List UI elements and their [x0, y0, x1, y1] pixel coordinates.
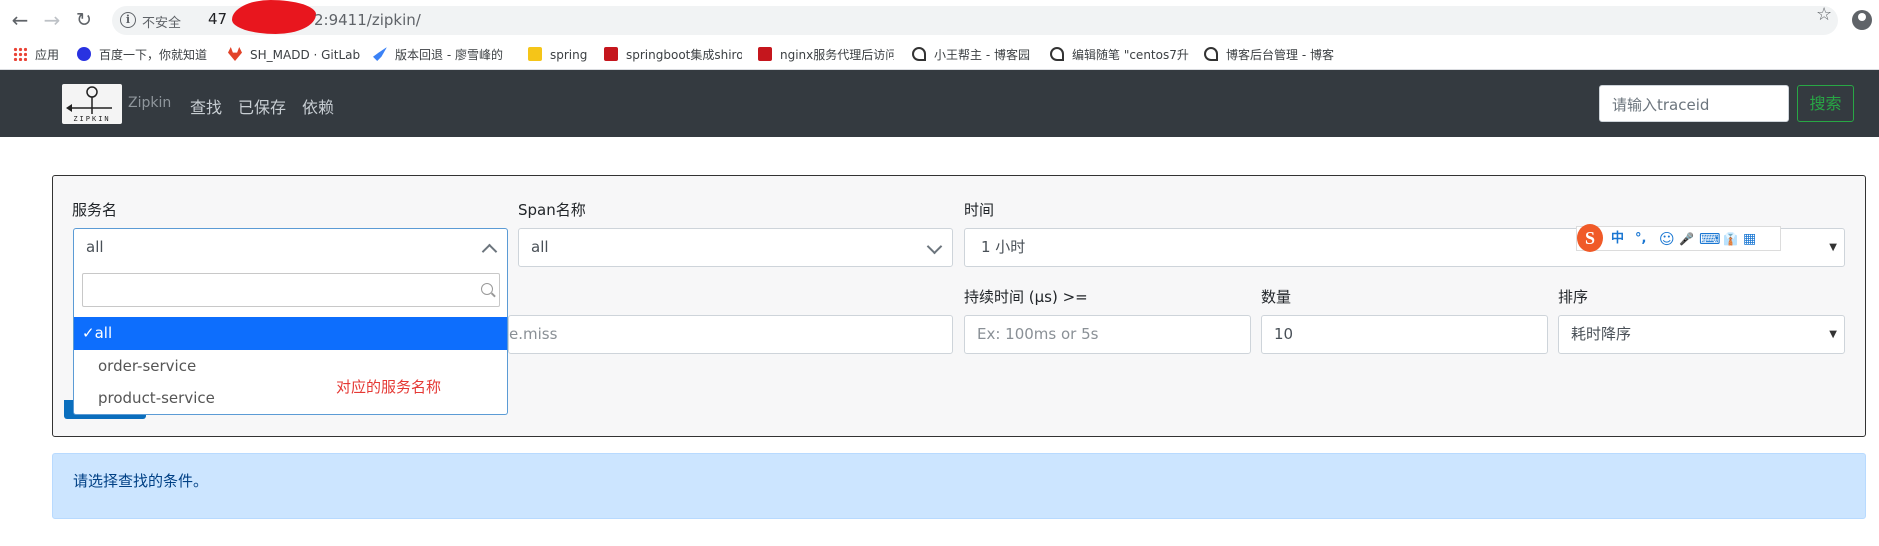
bookmark-cnblogs-wang[interactable]: 小王帮主 - 博客园 — [912, 46, 1030, 64]
sort-label: 排序 — [1558, 288, 1589, 306]
url-text: 2:9411/zipkin/ — [314, 11, 421, 29]
search-icon — [481, 283, 493, 295]
duration-input-placeholder: Ex: 100ms or 5s — [977, 325, 1099, 343]
cnblogs-icon — [912, 47, 926, 61]
reload-icon[interactable]: ↻ — [72, 8, 96, 32]
baidu-paw-icon — [77, 47, 91, 61]
redaction-mark — [232, 0, 316, 34]
span-select[interactable]: all — [518, 228, 953, 267]
app-navbar: ZIPKIN Zipkin 查找 已保存 依赖 请输入traceid 搜索 — [0, 70, 1879, 137]
service-label: 服务名 — [72, 201, 118, 219]
bookmark-springboot-shiro[interactable]: springboot集成shiro — [604, 46, 742, 64]
browser-toolbar: ← → ↻ i 不安全 47 2:9411/zipkin/ ☆ — [0, 0, 1879, 40]
info-alert: 请选择查找的条件。 — [52, 453, 1866, 519]
dropdown-option-product-service[interactable]: product-service — [74, 382, 507, 415]
tags-input-placeholder: e.miss — [509, 325, 558, 343]
sort-select[interactable]: 耗时降序 ▼ — [1558, 315, 1845, 354]
ime-chinese-mode-icon[interactable]: 中 — [1611, 230, 1624, 248]
sogou-logo-icon[interactable]: S — [1577, 224, 1603, 252]
star-icon[interactable]: ☆ — [1816, 6, 1832, 24]
chevron-up-icon — [481, 243, 498, 260]
caret-down-icon: ▼ — [1829, 329, 1837, 340]
forward-arrow-icon[interactable]: → — [40, 8, 64, 32]
rocket-icon — [373, 47, 387, 61]
ime-skin-icon[interactable]: 👔 — [1723, 230, 1738, 248]
annotation-text: 对应的服务名称 — [336, 378, 442, 396]
ime-keyboard-icon[interactable]: ⌨ — [1699, 230, 1721, 248]
profile-icon[interactable] — [1852, 10, 1872, 30]
alert-message: 请选择查找的条件。 — [73, 472, 209, 490]
dropdown-option-all[interactable]: ✓all — [74, 317, 507, 350]
ime-toolbox-icon[interactable]: ▦ — [1743, 230, 1756, 248]
logo-text: ZIPKIN — [73, 115, 111, 123]
zipkin-logo[interactable]: ZIPKIN — [62, 84, 122, 124]
dropdown-search-input[interactable] — [82, 273, 500, 307]
bookmark-liaoxuefeng[interactable]: 版本回退 - 廖雪峰的 — [373, 46, 503, 64]
nav-link-find[interactable]: 查找 — [190, 94, 222, 118]
nav-link-dependencies[interactable]: 依赖 — [302, 94, 334, 118]
nav-link-saved[interactable]: 已保存 — [238, 94, 286, 118]
search-button[interactable]: 搜索 — [1797, 85, 1854, 122]
limit-input-value: 10 — [1274, 325, 1294, 343]
tags-input[interactable]: e.miss — [508, 315, 953, 354]
gitlab-icon — [228, 47, 242, 61]
cnblogs-icon — [1050, 47, 1064, 61]
bookmark-cnblogs-edit[interactable]: 编辑随笔 "centos7升 — [1050, 46, 1189, 64]
ime-punctuation-icon[interactable]: °, — [1635, 230, 1646, 248]
span-label: Span名称 — [518, 201, 586, 219]
bookmark-baidu[interactable]: 百度一下，你就知道 — [77, 46, 207, 64]
time-select-value: 1 小时 — [981, 238, 1026, 256]
sort-select-value: 耗时降序 — [1571, 325, 1632, 343]
ime-toolbar: S 中 °, ☺ 🎤 ⌨ 👔 ▦ — [1576, 224, 1781, 252]
span-select-value: all — [531, 238, 549, 256]
zipkin-logo-icon — [66, 86, 112, 114]
dropdown-option-order-service[interactable]: order-service — [74, 350, 507, 383]
duration-label: 持续时间 (μs) >= — [964, 288, 1088, 306]
limit-label: 数量 — [1261, 288, 1292, 306]
time-label: 时间 — [964, 201, 995, 219]
folder-icon — [528, 47, 542, 61]
bookmarks-bar: 应用 百度一下，你就知道 SH_MADD · GitLab 版本回退 - 廖雪峰… — [0, 40, 1879, 70]
bookmark-nginx[interactable]: nginx服务代理后访问 — [758, 46, 894, 64]
csdn-icon — [604, 47, 618, 61]
bookmark-apps[interactable]: 应用 — [13, 46, 59, 64]
apps-grid-icon — [13, 47, 27, 61]
bookmark-gitlab[interactable]: SH_MADD · GitLab — [228, 46, 360, 64]
bookmark-spring[interactable]: spring — [528, 46, 587, 64]
info-icon[interactable]: i — [120, 12, 136, 28]
cnblogs-icon — [1204, 47, 1218, 61]
service-select[interactable]: all — [73, 228, 508, 267]
chevron-down-icon — [926, 238, 943, 255]
back-arrow-icon[interactable]: ← — [8, 8, 32, 32]
caret-down-icon: ▼ — [1829, 242, 1837, 253]
duration-input[interactable]: Ex: 100ms or 5s — [964, 315, 1251, 354]
limit-input[interactable]: 10 — [1261, 315, 1548, 354]
traceid-input[interactable]: 请输入traceid — [1599, 85, 1789, 122]
csdn-icon — [758, 47, 772, 61]
brand-name[interactable]: Zipkin — [128, 95, 171, 111]
security-label: 不安全 — [142, 16, 182, 31]
bookmark-cnblogs-admin[interactable]: 博客后台管理 - 博客 — [1204, 46, 1334, 64]
ime-voice-icon[interactable]: 🎤 — [1679, 230, 1694, 248]
check-icon: ✓ — [82, 324, 95, 342]
url-prefix: 47 — [208, 10, 228, 28]
ime-emoji-icon[interactable]: ☺ — [1659, 230, 1675, 248]
service-select-value: all — [86, 238, 104, 256]
address-bar[interactable]: i 不安全 47 2:9411/zipkin/ — [112, 0, 1838, 35]
service-dropdown: ✓all order-service product-service — [73, 265, 508, 415]
